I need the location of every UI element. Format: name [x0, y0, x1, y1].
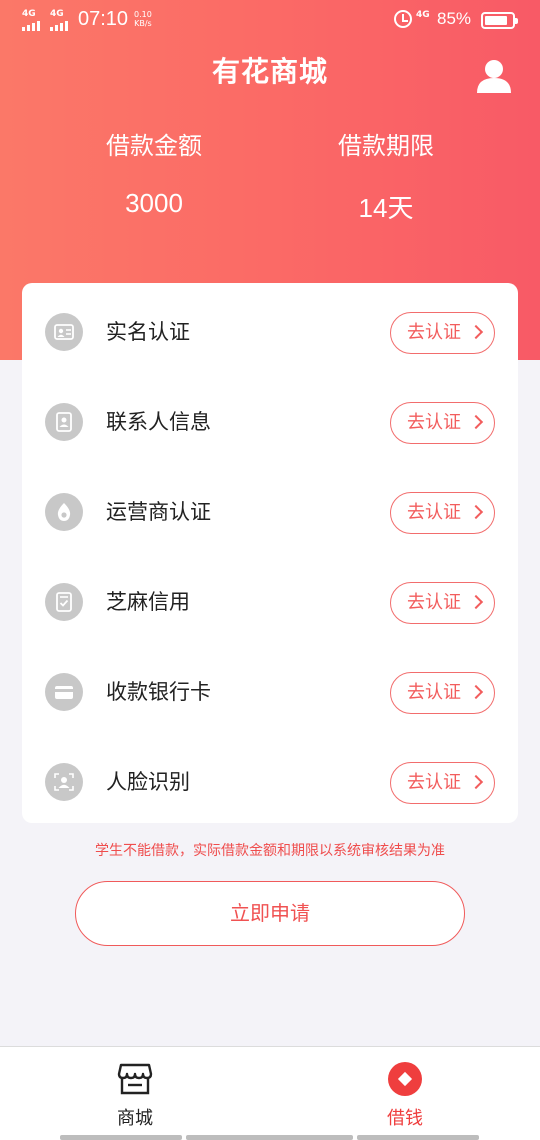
- verify-identity-button[interactable]: 去认证: [390, 312, 495, 354]
- chevron-right-icon: [468, 774, 484, 790]
- profile-button[interactable]: [474, 56, 514, 96]
- verify-label: 芝麻信用: [106, 590, 190, 614]
- chevron-right-icon: [468, 414, 484, 430]
- signal-2-icon: 4G: [50, 9, 72, 31]
- verify-row-face: 人脸识别 去认证: [22, 737, 518, 827]
- battery-icon: [481, 12, 518, 29]
- status-bar: 4G 4G 07:10 0.10 KB/s 4G 85%: [0, 0, 540, 42]
- loan-notice: 学生不能借款，实际借款金额和期限以系统审核结果为准: [95, 843, 445, 859]
- verify-row-identity: 实名认证 去认证: [22, 287, 518, 377]
- verify-face-button[interactable]: 去认证: [390, 762, 495, 804]
- borrow-icon: [388, 1062, 422, 1096]
- verify-label: 联系人信息: [106, 410, 211, 434]
- verification-card: 实名认证 去认证 联系人信息 去认证 运营商认证 去认证 芝麻信用 去认证 收款…: [22, 283, 518, 823]
- verify-label: 收款银行卡: [106, 680, 211, 704]
- verify-credit-button[interactable]: 去认证: [390, 582, 495, 624]
- chevron-right-icon: [468, 594, 484, 610]
- network-speed: 0.10 KB/s: [134, 10, 152, 28]
- bank-card-icon: [45, 673, 83, 711]
- verify-bank-card-button[interactable]: 去认证: [390, 672, 495, 714]
- page-title: 有花商城: [211, 55, 328, 88]
- verify-row-carrier: 运营商认证 去认证: [22, 467, 518, 557]
- loan-amount-value: 3000: [125, 188, 183, 218]
- verify-label: 运营商认证: [106, 500, 211, 524]
- verify-row-credit: 芝麻信用 去认证: [22, 557, 518, 647]
- home-indicator: [60, 1135, 182, 1140]
- verify-row-bank-card: 收款银行卡 去认证: [22, 647, 518, 737]
- home-indicator: [186, 1135, 353, 1140]
- network-type: 4G: [416, 10, 430, 20]
- nav-tab-shop[interactable]: 商城: [35, 1047, 235, 1140]
- loan-term-value: 14天: [358, 193, 414, 223]
- face-scan-icon: [45, 763, 83, 801]
- verify-label: 人脸识别: [106, 770, 190, 794]
- nav-label-shop: 商城: [117, 1108, 153, 1129]
- alarm-icon: [394, 10, 412, 28]
- signal-1-icon: 4G: [22, 9, 44, 31]
- verify-row-contacts: 联系人信息 去认证: [22, 377, 518, 467]
- id-card-icon: [45, 313, 83, 351]
- home-indicator: [357, 1135, 479, 1140]
- chevron-right-icon: [468, 504, 484, 520]
- credit-doc-icon: [45, 583, 83, 621]
- user-icon: [477, 60, 511, 93]
- battery-percent: 85%: [437, 9, 472, 28]
- status-time: 07:10: [78, 8, 129, 30]
- carrier-icon: [45, 493, 83, 531]
- contact-book-icon: [45, 403, 83, 441]
- loan-term-label: 借款期限: [338, 132, 434, 160]
- apply-button[interactable]: 立即申请: [75, 881, 465, 946]
- verify-carrier-button[interactable]: 去认证: [390, 492, 495, 534]
- chevron-right-icon: [468, 684, 484, 700]
- nav-tab-borrow[interactable]: 借钱: [305, 1047, 505, 1140]
- bottom-nav: 商城 借钱: [0, 1046, 540, 1140]
- verify-contacts-button[interactable]: 去认证: [390, 402, 495, 444]
- loan-amount-label: 借款金额: [106, 132, 202, 160]
- chevron-right-icon: [468, 324, 484, 340]
- nav-label-borrow: 借钱: [387, 1108, 423, 1129]
- verify-label: 实名认证: [106, 320, 190, 344]
- shop-icon: [117, 1063, 153, 1095]
